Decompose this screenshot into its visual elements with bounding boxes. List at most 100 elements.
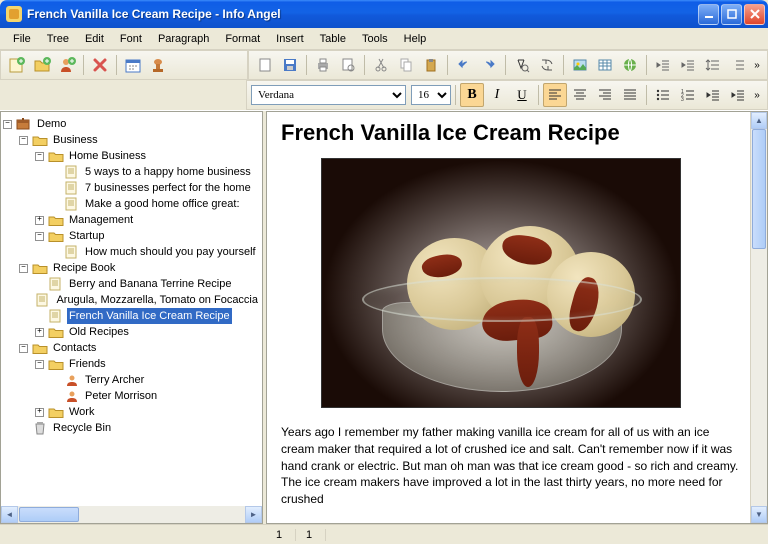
scroll-down-icon[interactable]: ▼ <box>751 506 767 523</box>
menu-paragraph[interactable]: Paragraph <box>151 31 216 47</box>
menu-table[interactable]: Table <box>313 31 353 47</box>
align-left-button[interactable] <box>543 83 567 107</box>
new-contact-button[interactable] <box>55 53 79 77</box>
tree-rb1[interactable]: Berry and Banana Terrine Recipe <box>67 276 233 292</box>
font-select[interactable]: Verdana <box>251 85 406 105</box>
outdent-button[interactable] <box>651 53 675 77</box>
editor-pane[interactable]: French Vanilla Ice Cream Recipe Years ag… <box>266 111 768 524</box>
expand-icon[interactable]: − <box>35 232 44 241</box>
format-overflow[interactable]: » <box>751 90 763 101</box>
document-image[interactable] <box>321 158 681 408</box>
insert-image-button[interactable] <box>568 53 592 77</box>
tree-hb3[interactable]: Make a good home office great: <box>83 196 242 212</box>
menu-insert[interactable]: Insert <box>269 31 311 47</box>
undo-button[interactable] <box>452 53 476 77</box>
tree-contacts[interactable]: Contacts <box>51 340 98 356</box>
tree-management[interactable]: Management <box>67 212 135 228</box>
print-button[interactable] <box>311 53 335 77</box>
tree-fr1[interactable]: Terry Archer <box>83 372 146 388</box>
bullet-list-button[interactable] <box>651 83 675 107</box>
expand-icon[interactable]: − <box>19 264 28 273</box>
menu-help[interactable]: Help <box>397 31 434 47</box>
copy-button[interactable] <box>394 53 418 77</box>
expand-icon[interactable]: − <box>19 136 28 145</box>
print-preview-button[interactable] <box>336 53 360 77</box>
calendar-button[interactable] <box>121 53 145 77</box>
tree-business[interactable]: Business <box>51 132 100 148</box>
stamp-button[interactable] <box>146 53 170 77</box>
expand-icon[interactable]: − <box>19 344 28 353</box>
number-list-button[interactable]: 123 <box>676 83 700 107</box>
redo-button[interactable] <box>477 53 501 77</box>
bold-button[interactable]: B <box>460 83 484 107</box>
minimize-button[interactable] <box>698 4 719 25</box>
tree-fr2[interactable]: Peter Morrison <box>83 388 159 404</box>
status-col: 1 <box>296 529 326 541</box>
expand-icon[interactable]: − <box>3 120 12 129</box>
maximize-button[interactable] <box>721 4 742 25</box>
align-right-button[interactable] <box>593 83 617 107</box>
tree-work[interactable]: Work <box>67 404 96 420</box>
tree-rb2[interactable]: Arugula, Mozzarella, Tomato on Focaccia <box>54 292 260 308</box>
increase-indent-button[interactable] <box>726 83 750 107</box>
line-spacing-button[interactable] <box>701 53 725 77</box>
new-doc-button[interactable] <box>253 53 277 77</box>
folder-icon <box>48 405 64 419</box>
menu-font[interactable]: Font <box>113 31 149 47</box>
indent-button[interactable] <box>676 53 700 77</box>
new-folder-button[interactable] <box>30 53 54 77</box>
font-size-select[interactable]: 16 <box>411 85 451 105</box>
scroll-up-icon[interactable]: ▲ <box>751 112 767 129</box>
expand-icon[interactable]: + <box>35 408 44 417</box>
align-justify-button[interactable] <box>618 83 642 107</box>
new-note-button[interactable] <box>5 53 29 77</box>
tree-rb3-selected[interactable]: French Vanilla Ice Cream Recipe <box>67 308 232 324</box>
menu-edit[interactable]: Edit <box>78 31 111 47</box>
tree-home-business[interactable]: Home Business <box>67 148 148 164</box>
tree-recipe-book[interactable]: Recipe Book <box>51 260 117 276</box>
scroll-left-icon[interactable]: ◄ <box>1 506 18 523</box>
scroll-right-icon[interactable]: ► <box>245 506 262 523</box>
insert-table-button[interactable] <box>593 53 617 77</box>
tree-startup[interactable]: Startup <box>67 228 106 244</box>
menu-file[interactable]: File <box>6 31 38 47</box>
paragraph-button[interactable] <box>726 53 750 77</box>
expand-icon[interactable]: + <box>35 328 44 337</box>
expand-icon[interactable]: + <box>35 216 44 225</box>
root-icon <box>16 117 32 131</box>
expand-icon[interactable]: − <box>35 360 44 369</box>
tree-hscroll[interactable]: ◄ ► <box>1 506 262 523</box>
menu-tools[interactable]: Tools <box>355 31 395 47</box>
editor-vscroll[interactable]: ▲ ▼ <box>750 112 767 523</box>
save-button[interactable] <box>278 53 302 77</box>
paste-button[interactable] <box>419 53 443 77</box>
underline-button[interactable]: U <box>510 83 534 107</box>
menu-tree[interactable]: Tree <box>40 31 76 47</box>
document-title[interactable]: French Vanilla Ice Cream Recipe <box>281 120 739 146</box>
tree-root[interactable]: Demo <box>35 116 68 132</box>
delete-button[interactable] <box>88 53 112 77</box>
format-toolbar: Verdana 16 B I U 123 » <box>246 80 768 110</box>
tree-pane[interactable]: −Demo −Business −Home Business 5 ways to… <box>0 111 263 524</box>
app-icon <box>6 6 22 22</box>
tree-hb2[interactable]: 7 businesses perfect for the home <box>83 180 253 196</box>
document-body[interactable]: Years ago I remember my father making va… <box>281 424 739 508</box>
replace-button[interactable] <box>535 53 559 77</box>
status-bar: 1 1 <box>0 524 768 544</box>
tree-old-recipes[interactable]: Old Recipes <box>67 324 131 340</box>
tree-su1[interactable]: How much should you pay yourself <box>83 244 258 260</box>
contact-icon <box>64 389 80 403</box>
decrease-indent-button[interactable] <box>701 83 725 107</box>
expand-icon[interactable]: − <box>35 152 44 161</box>
insert-link-button[interactable] <box>618 53 642 77</box>
align-center-button[interactable] <box>568 83 592 107</box>
toolbar-overflow[interactable]: » <box>751 60 763 71</box>
tree-recycle[interactable]: Recycle Bin <box>51 420 113 436</box>
close-button[interactable] <box>744 4 765 25</box>
tree-hb1[interactable]: 5 ways to a happy home business <box>83 164 253 180</box>
italic-button[interactable]: I <box>485 83 509 107</box>
tree-friends[interactable]: Friends <box>67 356 108 372</box>
find-button[interactable] <box>510 53 534 77</box>
cut-button[interactable] <box>369 53 393 77</box>
menu-format[interactable]: Format <box>218 31 267 47</box>
